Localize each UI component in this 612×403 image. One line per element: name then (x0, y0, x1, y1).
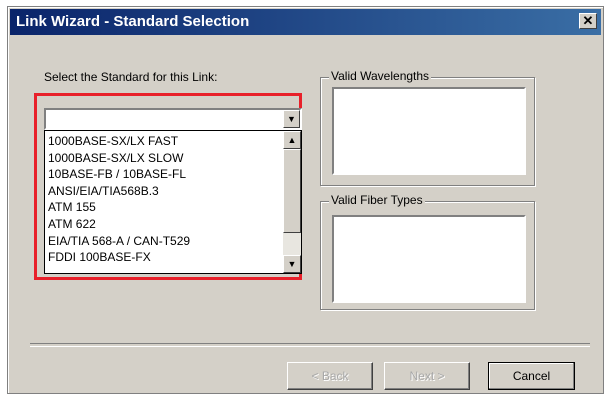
list-item[interactable]: ATM 155 (48, 199, 283, 216)
list-item[interactable]: ANSI/EIA/TIA568B.3 (48, 183, 283, 200)
list-item[interactable]: 1000BASE-SX/LX FAST (48, 133, 283, 150)
back-button[interactable]: < Back (287, 362, 373, 390)
valid-fiber-types-list[interactable] (332, 215, 526, 303)
scroll-down-button[interactable]: ▼ (283, 255, 301, 273)
chevron-up-icon: ▲ (287, 135, 297, 145)
list-item[interactable]: ATM 622 (48, 216, 283, 233)
cancel-button[interactable]: Cancel (488, 362, 575, 390)
chevron-down-icon: ▼ (287, 114, 296, 124)
valid-fiber-types-group: Valid Fiber Types (320, 193, 535, 310)
footer-divider (30, 343, 590, 347)
scroll-up-button[interactable]: ▲ (283, 131, 301, 149)
list-scrollbar[interactable]: ▲ ▼ (283, 131, 301, 273)
list-item[interactable]: 1000BASE-SX/LX SLOW (48, 150, 283, 167)
window-title: Link Wizard - Standard Selection (16, 13, 250, 30)
valid-wavelengths-label: Valid Wavelengths (329, 69, 432, 83)
valid-fiber-types-label: Valid Fiber Types (329, 193, 425, 207)
next-button[interactable]: Next > (384, 362, 470, 390)
standard-dropdown-list[interactable]: 1000BASE-SX/LX FAST 1000BASE-SX/LX SLOW … (44, 130, 302, 274)
list-item[interactable]: EIA/TIA 568-A / CAN-T529 (48, 233, 283, 250)
standard-combobox[interactable]: ▼ (44, 108, 302, 130)
standard-prompt-label: Select the Standard for this Link: (44, 70, 218, 84)
close-icon: ✕ (582, 13, 594, 28)
list-item[interactable]: 10BASE-FB / 10BASE-FL (48, 166, 283, 183)
valid-wavelengths-list[interactable] (332, 87, 526, 175)
chevron-down-icon: ▼ (287, 259, 297, 269)
list-item[interactable]: FDDI 100BASE-FX (48, 249, 283, 266)
close-button[interactable]: ✕ (579, 13, 597, 29)
combo-dropdown-button[interactable]: ▼ (283, 110, 300, 128)
title-bar: Link Wizard - Standard Selection ✕ (10, 9, 601, 35)
valid-wavelengths-group: Valid Wavelengths (320, 69, 535, 186)
scroll-thumb[interactable] (283, 149, 301, 233)
